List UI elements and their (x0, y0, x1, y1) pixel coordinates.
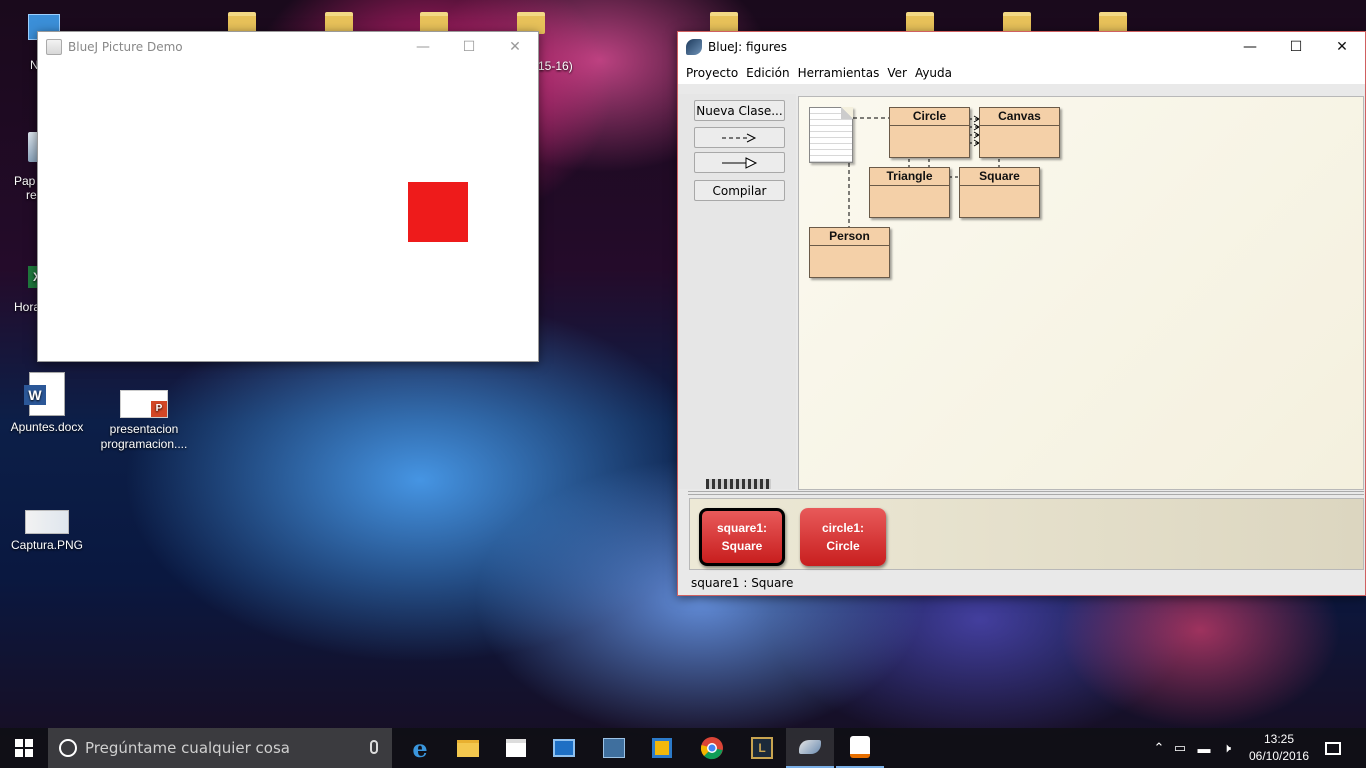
cortana-icon (59, 739, 77, 757)
picture-window-title: BlueJ Picture Demo (68, 40, 183, 54)
bluej-window[interactable]: BlueJ: figures — ☐ ✕ Proyecto Edición He… (677, 31, 1366, 596)
show-hidden-icons-chevron-icon[interactable]: ⌃ (1150, 740, 1168, 756)
taskbar: Pregúntame cualquier cosa e L ⌃ ▭ ▬ 🕨 13… (0, 728, 1366, 768)
maximize-button[interactable]: ☐ (1273, 32, 1319, 62)
taskbar-bluej[interactable] (786, 728, 834, 768)
desktop-partial-label: 15-16) (538, 59, 573, 73)
network-icon[interactable]: ▭ (1168, 740, 1192, 756)
java-icon (46, 39, 62, 55)
bluej-bird-icon (799, 740, 821, 754)
diagram-connectors (848, 115, 1000, 227)
maximize-button[interactable]: ☐ (446, 32, 492, 62)
store-icon (506, 739, 526, 757)
machine-status-indicator (706, 479, 771, 489)
code-app-icon (603, 738, 625, 758)
class-person[interactable]: Person (809, 227, 890, 278)
minimize-button[interactable]: — (400, 32, 446, 62)
taskbar-store[interactable] (492, 728, 540, 768)
clock-time: 13:25 (1263, 732, 1295, 746)
menu-ayuda[interactable]: Ayuda (911, 66, 956, 80)
taskbar-vs-code[interactable] (590, 728, 638, 768)
edge-icon: e (412, 733, 428, 763)
word-file-icon: W (24, 372, 65, 416)
class-diagram: Circle Canvas Triangle Square Person (798, 96, 1364, 490)
menu-bar: Proyecto Edición Herramientas Ver Ayuda (678, 62, 1365, 84)
image-file-icon (25, 510, 69, 534)
new-class-button[interactable]: Nueva Clase... (694, 100, 785, 121)
taskbar-sticky-app[interactable] (638, 728, 686, 768)
compile-button[interactable]: Compilar (694, 180, 785, 201)
windows-logo-icon (15, 739, 33, 757)
search-placeholder: Pregúntame cualquier cosa (85, 739, 290, 757)
taskbar-edge[interactable]: e (396, 728, 444, 768)
object-bench: square1: Square circle1: Circle (689, 498, 1364, 570)
desktop-icon-apuntes[interactable]: W Apuntes.docx (7, 372, 87, 435)
bluej-window-title: BlueJ: figures (708, 40, 788, 54)
microphone-icon[interactable] (370, 740, 378, 754)
taskbar-outlook[interactable] (540, 728, 588, 768)
desktop-icon-presentacion[interactable]: P presentacion programacion.... (101, 390, 187, 452)
cortana-search-box[interactable]: Pregúntame cualquier cosa (48, 728, 392, 768)
class-square[interactable]: Square (959, 167, 1040, 218)
taskbar-java[interactable] (836, 728, 884, 768)
menu-edicion[interactable]: Edición (742, 66, 793, 80)
pane-splitter[interactable] (688, 491, 1364, 495)
status-bar: square1 : Square (691, 576, 794, 590)
menu-proyecto[interactable]: Proyecto (682, 66, 742, 80)
uses-arrow-button[interactable] (694, 127, 785, 148)
minimize-button[interactable]: — (1227, 32, 1273, 62)
system-tray: ⌃ ▭ ▬ 🕨 (1150, 728, 1238, 768)
inheritance-arrow-button[interactable] (694, 152, 785, 173)
taskbar-clock[interactable]: 13:25 06/10/2016 (1246, 731, 1312, 765)
picture-demo-window[interactable]: BlueJ Picture Demo — ☐ ✕ (37, 31, 539, 362)
yellow-app-icon (652, 738, 672, 758)
menu-herramientas[interactable]: Herramientas (794, 66, 884, 80)
clock-date: 06/10/2016 (1248, 749, 1310, 763)
tool-panel: Nueva Clase... Compilar (678, 94, 796, 489)
menu-ver[interactable]: Ver (883, 66, 911, 80)
taskbar-chrome[interactable] (688, 728, 736, 768)
readme-note-icon[interactable] (809, 107, 853, 163)
battery-icon[interactable]: ▬ (1192, 741, 1216, 756)
volume-muted-icon[interactable]: 🕨 (1216, 740, 1238, 756)
close-button[interactable]: ✕ (1319, 32, 1365, 62)
start-button[interactable] (0, 728, 48, 768)
bluej-bird-icon (686, 39, 702, 55)
taskbar-file-explorer[interactable] (444, 728, 492, 768)
folder-icon (457, 739, 479, 757)
class-circle[interactable]: Circle (889, 107, 970, 158)
object-circle1[interactable]: circle1: Circle (800, 508, 886, 566)
notification-icon (1325, 741, 1341, 755)
taskbar-league[interactable]: L (738, 728, 786, 768)
solid-arrow-icon (721, 156, 757, 169)
java-coffee-icon (850, 736, 870, 758)
league-icon: L (751, 737, 773, 759)
class-canvas[interactable]: Canvas (979, 107, 1060, 158)
red-square-shape (408, 182, 468, 242)
dashed-arrow-icon (721, 133, 756, 142)
desktop-icon-captura[interactable]: Captura.PNG (7, 510, 87, 553)
picture-window-titlebar[interactable]: BlueJ Picture Demo — ☐ ✕ (38, 32, 538, 62)
powerpoint-file-icon: P (120, 390, 168, 418)
chrome-icon (700, 737, 723, 760)
mail-app-icon (553, 739, 575, 757)
close-button[interactable]: ✕ (492, 32, 538, 62)
picture-canvas (38, 62, 538, 361)
class-triangle[interactable]: Triangle (869, 167, 950, 218)
object-square1[interactable]: square1: Square (699, 508, 785, 566)
action-center-button[interactable] (1318, 728, 1348, 768)
bluej-titlebar[interactable]: BlueJ: figures — ☐ ✕ (678, 32, 1365, 62)
